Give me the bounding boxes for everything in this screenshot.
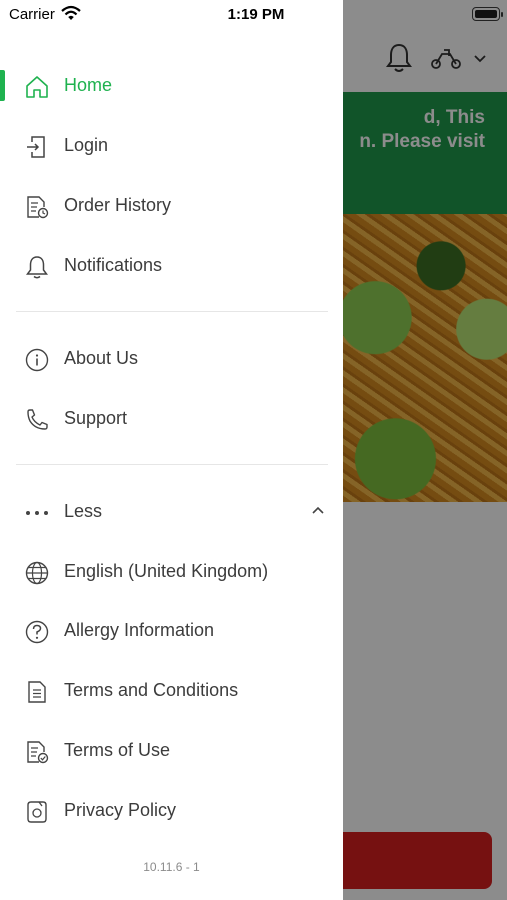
carrier-label: Carrier [9,6,55,23]
menu-item-allergy-information[interactable]: Allergy Information [0,603,343,659]
document-check-icon [24,739,50,765]
menu-item-label: Login [64,135,109,155]
menu-item-home[interactable]: Home [0,58,343,114]
globe-icon [24,560,50,586]
menu-item-label: Less [64,501,103,521]
privacy-icon [24,799,50,825]
menu-item-less-toggle[interactable]: Less [0,484,343,540]
section-divider [16,311,328,312]
menu-item-terms-and-conditions[interactable]: Terms and Conditions [0,663,343,719]
order-history-icon [24,194,50,220]
menu-item-terms-of-use[interactable]: Terms of Use [0,723,343,779]
menu-item-label: Terms of Use [64,740,171,760]
bell-icon [24,254,50,280]
side-drawer: Home Login Order History Notifications A… [0,0,343,900]
menu-item-language[interactable]: English (United Kingdom) [0,544,343,600]
wifi-icon [61,5,81,20]
chevron-up-icon [312,506,324,514]
more-dots-icon [24,500,50,526]
question-icon [24,619,50,645]
menu-item-label: Order History [64,195,172,215]
menu-item-label: Support [64,408,128,428]
menu-item-login[interactable]: Login [0,118,343,174]
document-icon [24,679,50,705]
menu-item-label: Home [64,75,113,95]
menu-item-label: Privacy Policy [64,800,177,820]
phone-icon [24,407,50,433]
menu-item-privacy-policy[interactable]: Privacy Policy [0,783,343,839]
app-version: 10.11.6 - 1 [143,860,200,874]
menu-item-label: English (United Kingdom) [64,561,269,581]
home-icon [24,74,50,100]
info-icon [24,347,50,373]
status-time: 1:19 PM [227,6,285,23]
menu-item-notifications[interactable]: Notifications [0,238,343,294]
login-icon [24,134,50,160]
menu-item-label: Allergy Information [64,620,215,640]
menu-item-about-us[interactable]: About Us [0,331,343,387]
battery-icon [472,7,503,21]
menu-item-label: About Us [64,348,139,368]
menu-item-support[interactable]: Support [0,391,343,447]
status-bar: Carrier 1:19 PM [0,0,507,30]
menu-item-label: Terms and Conditions [64,680,239,700]
section-divider [16,464,328,465]
menu-item-order-history[interactable]: Order History [0,178,343,234]
menu-item-label: Notifications [64,255,163,275]
